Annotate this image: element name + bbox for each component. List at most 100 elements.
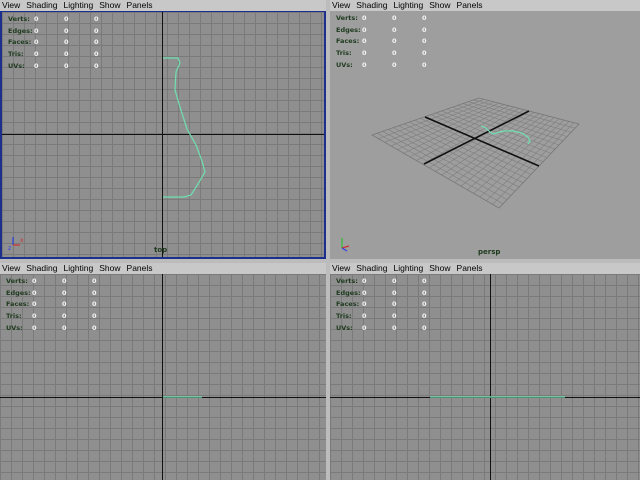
svg-text:x: x [20,237,24,244]
camera-label-persp: persp [478,248,501,256]
hud-value: 0 [62,311,67,320]
hud-label-verts: Verts: [8,14,30,23]
hud-value: 0 [422,37,427,46]
hud-value: 0 [392,323,397,332]
hud-value: 0 [392,288,397,297]
hud-label-uvs: UVs: [336,323,353,332]
hud-label-verts: Verts: [6,276,28,285]
menu-panels[interactable]: Panels [457,0,483,11]
menu-shading[interactable]: Shading [356,0,387,11]
menu-show[interactable]: Show [99,263,120,274]
hud-value: 0 [92,288,97,297]
menu-lighting[interactable]: Lighting [393,0,423,11]
menu-shading[interactable]: Shading [356,263,387,274]
hud-label-faces: Faces: [336,300,360,309]
hud-label-uvs: UVs: [336,60,353,69]
menu-show[interactable]: Show [429,0,450,11]
menu-view[interactable]: View [2,0,20,11]
hud-value: 0 [62,300,67,309]
hud-value: 0 [422,60,427,69]
axis-gizmo-icon: x z [8,237,24,250]
menu-lighting[interactable]: Lighting [393,263,423,274]
hud-value: 0 [392,37,397,46]
menu-view[interactable]: View [332,0,350,11]
heads-up-display: Verts: 0 0 0 Edges: 0 0 0 Faces: 0 0 0 Tris: 0 0 0 U… [336,275,452,333]
hud-label-tris: Tris: [6,311,22,320]
hud-value: 0 [422,311,427,320]
hud-label-edges: Edges: [6,288,31,297]
viewport-front[interactable]: Verts: 0 0 0 Edges: 0 0 0 Faces: 0 0 0 Tris: 0 0 0 U… [0,274,326,480]
hud-value: 0 [422,323,427,332]
hud-value: 0 [94,49,99,58]
hud-value: 0 [362,276,367,285]
hud-value: 0 [392,276,397,285]
hud-value: 0 [94,38,99,47]
menu-view[interactable]: View [2,263,20,274]
hud-value: 0 [32,276,37,285]
viewport-top[interactable]: Verts: 0 0 0 Edges: 0 0 0 Faces: 0 0 0 Tris: 0 0 0 U… [0,11,326,259]
hud-value: 0 [392,60,397,69]
viewport-pane-front[interactable]: View Shading Lighting Show Panels Verts:… [0,263,326,480]
menu-lighting[interactable]: Lighting [63,0,93,11]
hud-label-tris: Tris: [336,48,352,57]
hud-value: 0 [32,323,37,332]
hud-value: 0 [64,26,69,35]
hud-label-verts: Verts: [336,276,358,285]
menu-shading[interactable]: Shading [26,263,57,274]
viewport-persp[interactable]: Verts: 0 0 0 Edges: 0 0 0 Faces: 0 0 0 Tris: 0 0 0 U… [330,11,640,259]
menu-lighting[interactable]: Lighting [63,263,93,274]
hud-value: 0 [62,276,67,285]
hud-value: 0 [362,288,367,297]
heads-up-display: Verts: 0 0 0 Edges: 0 0 0 Faces: 0 0 0 Tris: 0 0 0 U… [336,12,452,70]
hud-value: 0 [32,288,37,297]
panel-menubar: View Shading Lighting Show Panels [0,263,326,274]
hud-value: 0 [94,61,99,70]
hud-value: 0 [422,48,427,57]
heads-up-display: Verts: 0 0 0 Edges: 0 0 0 Faces: 0 0 0 Tris: 0 0 0 U… [8,13,124,71]
panel-menubar: View Shading Lighting Show Panels [330,263,640,274]
hud-value: 0 [34,26,39,35]
viewport-pane-side[interactable]: View Shading Lighting Show Panels Verts:… [330,263,640,480]
hud-value: 0 [64,49,69,58]
menu-panels[interactable]: Panels [127,0,153,11]
hud-value: 0 [422,276,427,285]
hud-label-verts: Verts: [336,13,358,22]
menu-show[interactable]: Show [99,0,120,11]
hud-value: 0 [62,288,67,297]
menu-panels[interactable]: Panels [127,263,153,274]
hud-value: 0 [64,61,69,70]
hud-label-edges: Edges: [336,288,361,297]
menu-panels[interactable]: Panels [457,263,483,274]
hud-value: 0 [392,13,397,22]
hud-value: 0 [392,48,397,57]
hud-value: 0 [32,300,37,309]
hud-value: 0 [34,14,39,23]
hud-value: 0 [362,13,367,22]
camera-label-top: top [154,246,168,254]
hud-value: 0 [64,14,69,23]
hud-label-faces: Faces: [336,37,360,46]
hud-value: 0 [32,311,37,320]
menu-shading[interactable]: Shading [26,0,57,11]
hud-label-tris: Tris: [336,311,352,320]
hud-value: 0 [362,25,367,34]
hud-value: 0 [34,61,39,70]
heads-up-display: Verts: 0 0 0 Edges: 0 0 0 Faces: 0 0 0 Tris: 0 0 0 U… [6,275,122,333]
hud-value: 0 [94,14,99,23]
menu-view[interactable]: View [332,263,350,274]
hud-value: 0 [92,300,97,309]
hud-value: 0 [64,38,69,47]
viewport-side[interactable]: Verts: 0 0 0 Edges: 0 0 0 Faces: 0 0 0 Tris: 0 0 0 U… [330,274,640,480]
panel-menubar: View Shading Lighting Show Panels [330,0,640,11]
hud-value: 0 [422,25,427,34]
hud-label-faces: Faces: [8,38,32,47]
axis-gizmo-icon [341,238,350,252]
hud-label-uvs: UVs: [6,323,23,332]
hud-value: 0 [92,276,97,285]
hud-value: 0 [362,37,367,46]
menu-show[interactable]: Show [429,263,450,274]
hud-value: 0 [92,311,97,320]
hud-value: 0 [422,13,427,22]
viewport-pane-persp[interactable]: View Shading Lighting Show Panels Verts:… [330,0,640,259]
viewport-pane-top[interactable]: View Shading Lighting Show Panels Verts:… [0,0,326,259]
